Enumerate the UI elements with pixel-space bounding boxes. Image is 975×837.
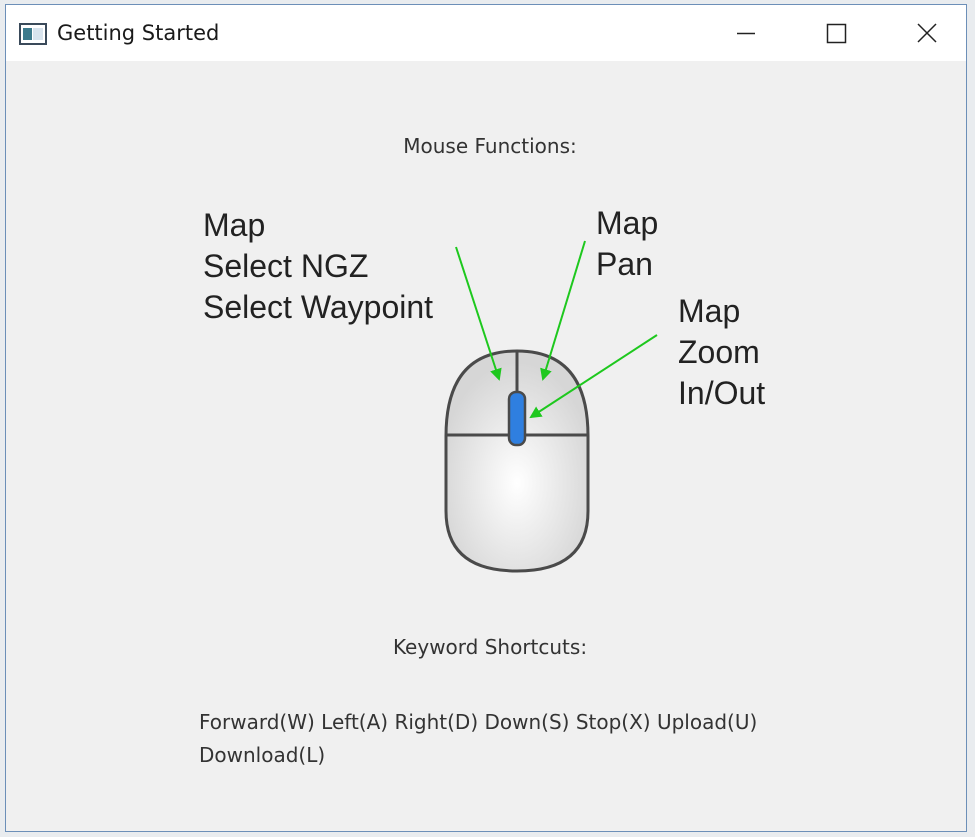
- app-window-icon: [19, 23, 47, 45]
- mouse-icon: [444, 349, 590, 573]
- scroll-wheel-line: In/Out: [678, 375, 766, 411]
- shortcut-down: Down(S): [484, 710, 570, 734]
- right-button-line: Map: [596, 205, 659, 241]
- right-button-callout: Map Pan: [596, 203, 658, 285]
- shortcut-stop: Stop(X): [575, 710, 651, 734]
- minimize-icon: [737, 32, 755, 35]
- window-title: Getting Started: [57, 21, 220, 45]
- window-content: Mouse Functions: Map Select NGZ Select W…: [6, 61, 966, 831]
- shortcut-list: Forward(W) Left(A) Right(D) Down(S) Stop…: [199, 706, 799, 772]
- minimize-button[interactable]: [701, 5, 791, 61]
- close-button[interactable]: [881, 5, 966, 61]
- scroll-wheel-line: Zoom: [678, 334, 760, 370]
- title-bar[interactable]: Getting Started: [6, 5, 966, 61]
- left-button-line: Map: [203, 207, 266, 243]
- shortcut-left: Left(A): [321, 710, 389, 734]
- scroll-wheel-line: Map: [678, 293, 741, 329]
- left-button-callout: Map Select NGZ Select Waypoint: [203, 205, 433, 328]
- right-button-line: Pan: [596, 246, 653, 282]
- shortcut-forward: Forward(W): [199, 710, 315, 734]
- maximize-icon: [826, 23, 847, 44]
- right-button-arrow: [540, 240, 586, 381]
- left-button-line: Select NGZ: [203, 248, 369, 284]
- left-button-line: Select Waypoint: [203, 289, 434, 325]
- close-icon: [917, 23, 937, 43]
- shortcut-download: Download(L): [199, 743, 326, 767]
- keyword-shortcuts-heading: Keyword Shortcuts:: [392, 635, 588, 659]
- shortcut-upload: Upload(U): [656, 710, 758, 734]
- scroll-wheel: [507, 390, 527, 447]
- shortcut-right: Right(D): [394, 710, 479, 734]
- maximize-button[interactable]: [791, 5, 881, 61]
- scroll-wheel-callout: Map Zoom In/Out: [678, 291, 765, 414]
- getting-started-window: Getting Started Mouse Functions: Map Sel…: [5, 4, 967, 832]
